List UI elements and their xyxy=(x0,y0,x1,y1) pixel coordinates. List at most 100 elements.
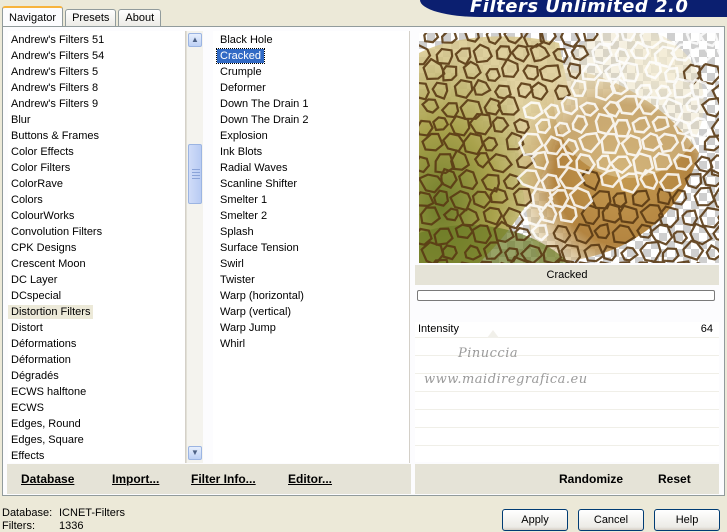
filter-item[interactable]: Crumple xyxy=(217,64,409,80)
category-item[interactable]: CPK Designs xyxy=(8,240,185,256)
filter-item[interactable]: Twister xyxy=(217,272,409,288)
category-item[interactable]: Andrew's Filters 51 xyxy=(8,32,185,48)
filter-item[interactable]: Warp (horizontal) xyxy=(217,288,409,304)
scroll-thumb[interactable] xyxy=(188,144,202,204)
category-item-label: Edges, Round xyxy=(11,418,81,430)
tab-about[interactable]: About xyxy=(118,9,162,26)
category-item[interactable]: Distort xyxy=(8,320,185,336)
filter-item[interactable]: Down The Drain 2 xyxy=(217,112,409,128)
category-item[interactable]: Edges, Square xyxy=(8,432,185,448)
filter-item[interactable]: Explosion xyxy=(217,128,409,144)
category-item[interactable]: Andrew's Filters 8 xyxy=(8,80,185,96)
filter-item[interactable]: Splash xyxy=(217,224,409,240)
category-item[interactable]: Buttons & Frames xyxy=(8,128,185,144)
tab-strip: Navigator Presets About xyxy=(2,5,163,27)
category-item[interactable]: Dégradés xyxy=(8,368,185,384)
category-item-label: Déformations xyxy=(11,338,77,350)
scroll-up-button[interactable]: ▲ xyxy=(188,33,202,47)
filter-info-button[interactable]: Filter Info... xyxy=(191,472,256,486)
category-item-label: Buttons & Frames xyxy=(11,130,100,142)
filter-item[interactable]: Surface Tension xyxy=(217,240,409,256)
category-item[interactable]: Edges, Round xyxy=(8,416,185,432)
filter-item[interactable]: Cracked xyxy=(216,48,409,64)
editor-button[interactable]: Editor... xyxy=(288,472,332,486)
filter-item-label: Scanline Shifter xyxy=(220,178,298,190)
status-filters-label: Filters: xyxy=(2,520,35,532)
filter-item[interactable]: Ink Blots xyxy=(217,144,409,160)
preview-filter-name: Cracked xyxy=(415,265,719,285)
category-item[interactable]: Andrew's Filters 54 xyxy=(8,48,185,64)
category-item-label: Effects xyxy=(11,450,45,462)
filter-item[interactable]: Smelter 1 xyxy=(217,192,409,208)
filter-item-label: Swirl xyxy=(220,258,244,270)
category-scrollbar[interactable]: ▲ ▼ xyxy=(186,31,203,463)
help-button[interactable]: Help xyxy=(654,509,720,531)
filter-item[interactable]: Black Hole xyxy=(217,32,409,48)
category-item-label: ColorRave xyxy=(11,178,63,190)
parameter-area: Intensity 64 xyxy=(415,322,719,462)
category-item[interactable]: Andrew's Filters 5 xyxy=(8,64,185,80)
database-button[interactable]: Database xyxy=(21,472,74,486)
category-item-label: Edges, Square xyxy=(11,434,84,446)
category-item[interactable]: Color Effects xyxy=(8,144,185,160)
category-item[interactable]: Colors xyxy=(8,192,185,208)
tab-presets[interactable]: Presets xyxy=(65,9,117,26)
filter-item-label: Down The Drain 2 xyxy=(220,114,309,126)
filter-item-label: Whirl xyxy=(220,338,246,350)
filter-item[interactable]: Scanline Shifter xyxy=(217,176,409,192)
category-item-label: Andrew's Filters 5 xyxy=(11,66,99,78)
category-item[interactable]: Crescent Moon xyxy=(8,256,185,272)
status-filters-value: 1336 xyxy=(59,520,84,532)
category-item[interactable]: ECWS halftone xyxy=(8,384,185,400)
category-item[interactable]: DC Layer xyxy=(8,272,185,288)
category-item[interactable]: ECWS xyxy=(8,400,185,416)
category-item-label: Dégradés xyxy=(11,370,59,382)
intensity-label: Intensity xyxy=(418,323,459,335)
category-item[interactable]: Convolution Filters xyxy=(8,224,185,240)
cancel-button[interactable]: Cancel xyxy=(578,509,644,531)
category-item-label: Blur xyxy=(11,114,31,126)
intensity-slider[interactable]: Intensity 64 xyxy=(415,322,719,338)
category-item[interactable]: Distortion Filters xyxy=(8,304,185,320)
category-item[interactable]: Déformations xyxy=(8,336,185,352)
tab-navigator[interactable]: Navigator xyxy=(2,6,64,27)
category-item[interactable]: Color Filters xyxy=(8,160,185,176)
category-item-label: DC Layer xyxy=(11,274,58,286)
app-title: Filters Unlimited 2.0 xyxy=(470,0,689,17)
category-item-label: ECWS halftone xyxy=(11,386,87,398)
filter-item-label: Ink Blots xyxy=(220,146,263,158)
category-item[interactable]: Déformation xyxy=(8,352,185,368)
slider-thumb-icon[interactable] xyxy=(487,330,499,338)
filter-item[interactable]: Swirl xyxy=(217,256,409,272)
filter-item[interactable]: Warp Jump xyxy=(217,320,409,336)
filter-item-label: Smelter 1 xyxy=(220,194,268,206)
category-item-label: Distort xyxy=(11,322,43,334)
category-item[interactable]: Effects xyxy=(8,448,185,463)
category-item-label: Andrew's Filters 8 xyxy=(11,82,99,94)
category-item[interactable]: Blur xyxy=(8,112,185,128)
scroll-down-button[interactable]: ▼ xyxy=(188,446,202,460)
preview-image xyxy=(419,33,719,263)
filter-item[interactable]: Whirl xyxy=(217,336,409,352)
reset-button[interactable]: Reset xyxy=(658,472,691,486)
filter-list[interactable]: Black Hole Cracked Crumple Deformer Down The… xyxy=(213,31,410,463)
apply-button[interactable]: Apply xyxy=(502,509,568,531)
filter-item[interactable]: Down The Drain 1 xyxy=(217,96,409,112)
category-item[interactable]: ColourWorks xyxy=(8,208,185,224)
filter-item[interactable]: Deformer xyxy=(217,80,409,96)
category-item[interactable]: DCspecial xyxy=(8,288,185,304)
category-item[interactable]: ColorRave xyxy=(8,176,185,192)
filter-item[interactable]: Warp (vertical) xyxy=(217,304,409,320)
category-item[interactable]: Andrew's Filters 9 xyxy=(8,96,185,112)
filter-item-label: Cracked xyxy=(216,48,265,64)
filter-item[interactable]: Radial Waves xyxy=(217,160,409,176)
randomize-button[interactable]: Randomize xyxy=(559,472,623,486)
category-list[interactable]: Andrew's Filters 51 Andrew's Filters 54 An… xyxy=(8,31,186,463)
category-item-label: ColourWorks xyxy=(11,210,75,222)
filter-item[interactable]: Smelter 2 xyxy=(217,208,409,224)
filter-item-label: Warp Jump xyxy=(220,322,276,334)
category-item-label: Andrew's Filters 54 xyxy=(11,50,105,62)
intensity-value: 64 xyxy=(700,323,713,335)
import-button[interactable]: Import... xyxy=(112,472,159,486)
category-item-label: ECWS xyxy=(11,402,44,414)
